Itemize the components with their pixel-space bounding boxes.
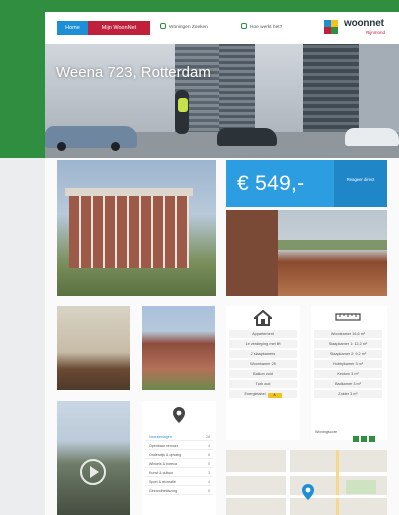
energy-label-text: Energielabel (244, 392, 266, 396)
rating-boxes (353, 429, 377, 447)
hero-runner (175, 90, 189, 134)
map-marker-icon[interactable] (302, 484, 314, 500)
hero-car (217, 128, 277, 146)
nearby-item[interactable]: Gezondheidszorg 6 (145, 487, 213, 495)
respond-button[interactable]: Reageer direct (334, 160, 387, 207)
feature-floor: 1e verdieping met lift (229, 340, 297, 348)
size-living-room: Woonkamer 16,6 m² (314, 330, 382, 338)
top-navigation: Home Mijn WoonNet Woningen Zoeken Hoe we… (45, 12, 399, 44)
hero-building (303, 44, 359, 136)
size-bathroom: Badkamer 3 m² (314, 380, 382, 388)
size-bedroom-1: Slaapkamer 1: 12,2 m² (314, 340, 382, 348)
building-photo[interactable] (57, 160, 216, 296)
energy-label-row: Energielabel A (229, 390, 297, 398)
page-title: Weena 723, Rotterdam (56, 64, 211, 81)
ruler-icon (335, 313, 361, 321)
price-panel: € 549,- Reageer direct (226, 160, 387, 207)
rating-box (353, 436, 359, 442)
listing-content: € 549,- Reageer direct Appartement 1e ve… (45, 158, 399, 515)
nearby-card: Voorzieningen 28 Openbaar vervoer 4 Onderw… (142, 401, 216, 515)
energy-badge: A (267, 393, 282, 398)
tab-home[interactable]: Home (57, 21, 88, 35)
feature-living-room: Woonkamer 25 (229, 360, 297, 368)
background-panel (0, 0, 51, 158)
size-attic: Zolder 3 m² (314, 390, 382, 398)
interior-photo[interactable] (57, 306, 130, 390)
how-it-works-link[interactable]: Hoe werkt het? (241, 22, 282, 34)
feature-type: Appartement (229, 330, 297, 338)
listing-page: Home Mijn WoonNet Woningen Zoeken Hoe we… (45, 12, 399, 515)
location-map[interactable] (226, 450, 387, 515)
background-banner (0, 0, 399, 12)
woonnet-logo[interactable]: woonnet Rijnmond (320, 17, 396, 39)
feature-age: Turk oud (229, 380, 297, 388)
nearby-item[interactable]: Openbaar vervoer 4 (145, 442, 213, 450)
nearby-item[interactable]: Sport & recreatie 4 (145, 478, 213, 486)
nearby-item[interactable]: Voorzieningen 28 (145, 433, 213, 441)
balcony-photo[interactable] (226, 210, 387, 296)
help-icon (241, 23, 247, 29)
rating-box (361, 436, 367, 442)
map-pin-icon (173, 407, 185, 423)
how-it-works-label: Hoe werkt het? (250, 25, 283, 30)
hero-building (359, 44, 399, 134)
neighbourhood-video[interactable] (57, 401, 130, 515)
sizes-card: Woonkamer 16,6 m² Slaapkamer 1: 12,2 m² … (311, 306, 387, 442)
hero-banner: Weena 723, Rotterdam (45, 44, 399, 158)
exterior-photo[interactable] (142, 306, 215, 390)
size-kitchen: Keuken 3 m² (314, 370, 382, 378)
tab-my-account[interactable]: Mijn WoonNet (88, 21, 150, 35)
search-homes-link[interactable]: Woningen Zoeken (160, 22, 208, 34)
size-bedroom-2: Slaapkamer 2: 9,2 m² (314, 350, 382, 358)
search-homes-label: Woningen Zoeken (169, 25, 208, 30)
search-icon (160, 23, 166, 29)
nearby-item[interactable]: Kunst & cultuur 3 (145, 469, 213, 477)
price-amount: € 549,- (237, 172, 305, 195)
logo-brand: woonnet (344, 18, 384, 29)
feature-bedrooms: 2 slaapkamers (229, 350, 297, 358)
logo-mark-icon (324, 20, 338, 34)
house-icon (254, 310, 272, 326)
nearby-item[interactable]: Onderwijs & opvang 8 (145, 451, 213, 459)
hero-building (219, 44, 255, 136)
logo-region: Rijnmond (366, 30, 386, 35)
rating-box (369, 436, 375, 442)
feature-balcony: Balkon zuid (229, 370, 297, 378)
nearby-item[interactable]: Winkels & horeca 5 (145, 460, 213, 468)
size-hobby-room: Hobbykamer 3 m² (314, 360, 382, 368)
features-card: Appartement 1e verdieping met lift 2 sla… (226, 306, 300, 440)
rating-label: Woningscore (315, 430, 338, 434)
hero-car (345, 128, 399, 146)
